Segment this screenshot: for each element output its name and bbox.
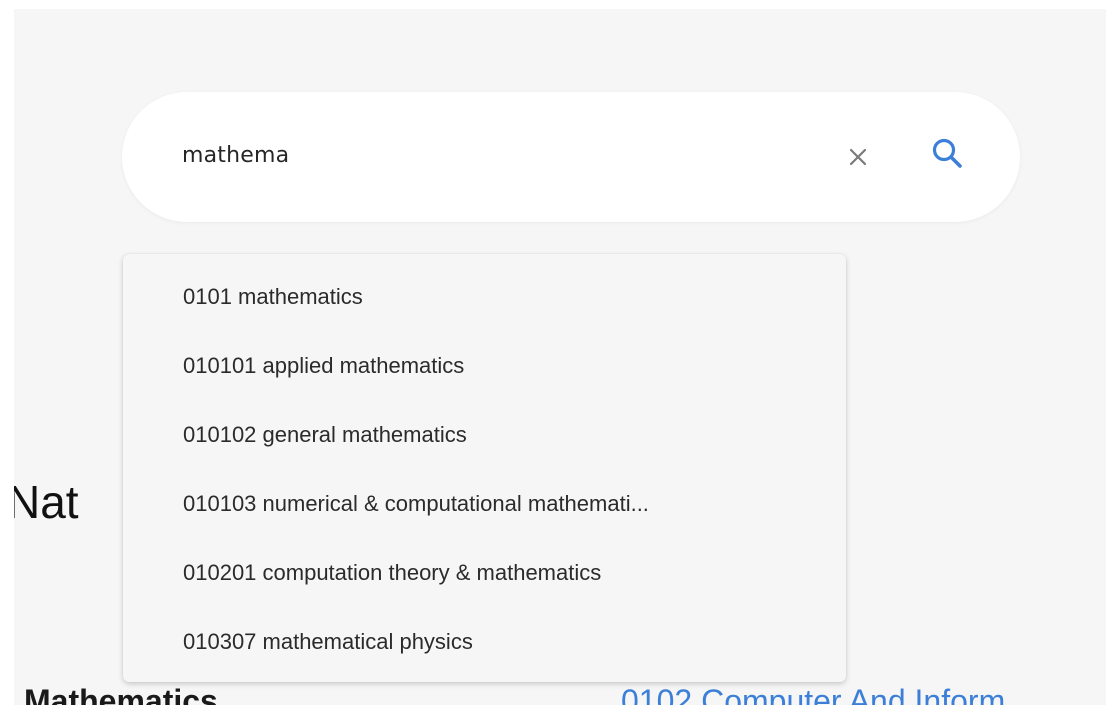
category-link[interactable]: 0102 Computer And Inform — [621, 683, 1005, 705]
search-icon — [932, 138, 962, 168]
suggestion-item[interactable]: 010101 applied mathematics — [183, 343, 823, 389]
suggestion-item[interactable]: 010307 mathematical physics — [183, 619, 823, 665]
section-title-mathematics: Mathematics — [24, 683, 218, 705]
suggestions-dropdown: 0101 mathematics 010101 applied mathemat… — [123, 254, 846, 682]
page-background: Nat Mathematics 0102 Computer And Inform… — [14, 9, 1106, 705]
search-button[interactable] — [930, 136, 966, 172]
search-input[interactable]: mathema — [182, 143, 289, 168]
suggestion-item[interactable]: 010103 numerical & computational mathema… — [183, 481, 823, 527]
suggestion-item[interactable]: 0101 mathematics — [183, 274, 823, 320]
page-heading: Nat — [14, 476, 79, 528]
search-bar: mathema — [122, 92, 1020, 222]
clear-button[interactable] — [844, 142, 874, 172]
suggestion-item[interactable]: 010201 computation theory & mathematics — [183, 550, 823, 596]
close-icon — [849, 148, 867, 166]
suggestion-item[interactable]: 010102 general mathematics — [183, 412, 823, 458]
